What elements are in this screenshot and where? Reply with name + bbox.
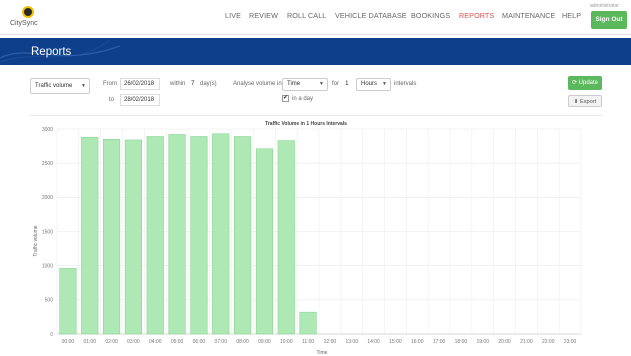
from-label: From <box>103 81 117 87</box>
in-a-day-label: in a day <box>292 96 314 102</box>
nav-help[interactable]: HELP <box>562 11 581 20</box>
to-date-input[interactable]: 28/02/2018 <box>120 94 160 106</box>
bar <box>103 139 121 335</box>
analyse-value: Time <box>287 81 301 87</box>
bar <box>277 140 295 335</box>
x-tick-label: 03:00 <box>127 339 140 345</box>
x-tick-label: 20:00 <box>498 339 511 345</box>
nav-live[interactable]: LIVE <box>225 11 241 20</box>
user-name: administrator <box>590 3 619 9</box>
within-value-input[interactable]: 7 <box>191 80 195 87</box>
x-tick-label: 09:00 <box>258 339 271 345</box>
analyse-label: Analyse volume in <box>233 81 282 87</box>
x-tick-label: 15:00 <box>389 339 402 345</box>
nav-maintenance[interactable]: MAINTENANCE <box>502 11 555 20</box>
x-tick-label: 22:00 <box>542 339 555 345</box>
nav-roll-call[interactable]: ROLL CALL <box>287 11 326 20</box>
refresh-icon: ⟳ <box>571 80 577 86</box>
x-tick-label: 04:00 <box>149 339 162 345</box>
x-tick-label: 16:00 <box>411 339 424 345</box>
sign-out-button[interactable]: Sign Out <box>591 11 627 29</box>
within-unit-label: day(s) <box>200 81 217 87</box>
from-date-input[interactable]: 26/02/2018 <box>120 78 160 90</box>
x-tick-label: 00:00 <box>62 339 75 345</box>
bar <box>59 268 77 335</box>
logo-mark-icon <box>22 6 34 18</box>
x-tick-label: 02:00 <box>105 339 118 345</box>
report-type-value: Traffic volume <box>35 83 73 89</box>
y-tick-label: 2500 <box>42 161 53 167</box>
interval-unit-value: Hours <box>361 81 378 87</box>
download-icon: ⬇ <box>573 99 579 105</box>
within-label: within <box>170 81 186 87</box>
x-tick-label: 07:00 <box>214 339 227 345</box>
chevron-down-icon: ▼ <box>319 81 324 87</box>
bar <box>146 136 164 335</box>
y-tick-label: 1000 <box>42 263 53 269</box>
x-tick-label: 19:00 <box>476 339 489 345</box>
page-banner: Reports <box>0 38 631 65</box>
bar <box>168 134 186 335</box>
update-button[interactable]: ⟳ Update <box>568 76 602 90</box>
x-tick-label: 18:00 <box>455 339 468 345</box>
intervals-label: intervals <box>394 81 417 87</box>
y-tick-label: 0 <box>50 332 53 338</box>
for-value-input[interactable]: 1 <box>345 80 349 87</box>
x-tick-label: 05:00 <box>171 339 184 345</box>
logo-text: CitySync <box>10 20 38 27</box>
bar <box>255 148 273 335</box>
traffic-volume-chart: Traffic Volume in 1 Hours Intervals Traf… <box>33 121 582 356</box>
x-tick-label: 21:00 <box>520 339 533 345</box>
interval-unit-dropdown[interactable]: Hours ▼ <box>356 78 391 91</box>
chevron-down-icon: ▼ <box>382 81 387 87</box>
x-tick-label: 17:00 <box>433 339 446 345</box>
bar <box>299 311 317 335</box>
report-type-dropdown[interactable]: Traffic volume ▼ <box>30 78 90 94</box>
y-axis-label: Traffic volume <box>33 225 39 256</box>
analyse-dropdown[interactable]: Time ▼ <box>282 78 328 91</box>
chevron-down-icon: ▼ <box>81 83 86 89</box>
in-a-day-checkbox[interactable]: ✔ <box>282 95 289 102</box>
nav-reports[interactable]: REPORTS <box>459 11 494 20</box>
x-ticks-layer: 00:00 01:00 02:00 03:00 04:00 05:00 06:00 07:00… <box>62 339 577 345</box>
for-label: for <box>332 81 340 87</box>
x-tick-label: 11:00 <box>302 339 314 345</box>
x-tick-label: 06:00 <box>193 339 206 345</box>
update-label: Update <box>578 80 599 86</box>
x-tick-label: 14:00 <box>367 339 380 345</box>
nav-review[interactable]: REVIEW <box>249 11 278 20</box>
y-ticks-layer: 0 500 1000 1500 2000 2500 3000 <box>42 127 53 338</box>
y-tick-label: 500 <box>45 298 54 304</box>
bar <box>212 133 230 335</box>
bar <box>124 139 142 335</box>
nav-bookings[interactable]: BOOKINGS <box>411 11 450 20</box>
chart-title: Traffic Volume in 1 Hours Intervals <box>265 121 347 127</box>
x-tick-label: 23:00 <box>564 339 577 345</box>
y-tick-label: 2000 <box>42 195 53 201</box>
x-tick-label: 08:00 <box>236 339 249 345</box>
to-label: to <box>109 97 115 103</box>
y-tick-label: 3000 <box>42 127 53 133</box>
top-navbar: CitySync LIVE REVIEW ROLL CALL VEHICLE D… <box>0 0 631 35</box>
bar <box>190 136 208 335</box>
citysync-logo[interactable]: CitySync <box>10 6 50 30</box>
bar <box>81 136 99 335</box>
nav-vehicle-database[interactable]: VEHICLE DATABASE <box>335 11 407 20</box>
x-axis-label: Time <box>317 350 328 356</box>
bar <box>234 136 252 335</box>
y-tick-label: 1500 <box>42 229 53 235</box>
x-tick-label: 01:00 <box>83 339 96 345</box>
export-label: Export <box>580 99 597 105</box>
export-button[interactable]: ⬇ Export <box>568 95 602 107</box>
x-tick-label: 13:00 <box>345 339 358 345</box>
x-tick-label: 12:00 <box>324 339 337 345</box>
page-title: Reports <box>31 46 72 58</box>
x-tick-label: 10:00 <box>280 339 293 345</box>
chart-panel: Traffic Volume in 1 Hours Intervals Traf… <box>29 115 603 356</box>
